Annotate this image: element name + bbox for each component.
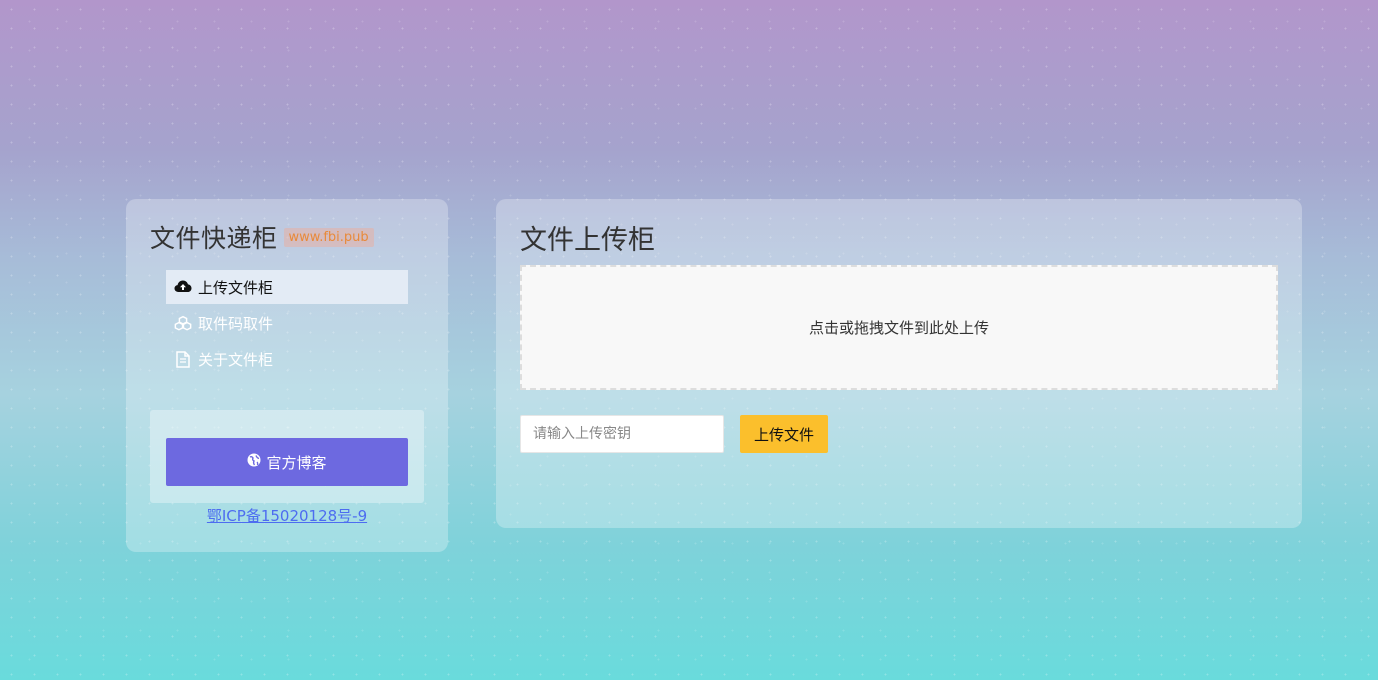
upload-key-input[interactable] <box>520 415 724 453</box>
brand-tag: www.fbi.pub <box>283 227 374 247</box>
cubes-icon <box>174 314 192 332</box>
sidebar-item-upload[interactable]: 上传文件柜 <box>166 270 408 304</box>
page-title: 文件上传柜 <box>520 225 655 256</box>
sidebar-item-label: 关于文件柜 <box>198 350 274 369</box>
file-dropzone[interactable]: 点击或拖拽文件到此处上传 <box>520 265 1278 390</box>
blog-button-label: 官方博客 <box>266 453 327 472</box>
sidebar-panel: 文件快递柜 www.fbi.pub 上传文件柜 取件码取件 关于文件柜 官方博客… <box>126 199 448 552</box>
brand-title: 文件快递柜 <box>150 224 278 253</box>
upload-file-button[interactable]: 上传文件 <box>740 415 829 453</box>
sidebar-item-pickup[interactable]: 取件码取件 <box>166 306 408 340</box>
sidebar-item-about[interactable]: 关于文件柜 <box>166 342 408 376</box>
cloud-upload-icon <box>174 278 192 296</box>
blog-box: 官方博客 <box>150 410 424 503</box>
sidebar-menu: 上传文件柜 取件码取件 关于文件柜 <box>166 270 408 376</box>
brand: 文件快递柜 www.fbi.pub <box>150 219 424 255</box>
sidebar-item-label: 取件码取件 <box>198 314 274 333</box>
sidebar-item-label: 上传文件柜 <box>198 278 274 297</box>
file-icon <box>174 350 192 368</box>
dropzone-text: 点击或拖拽文件到此处上传 <box>808 319 989 337</box>
globe-icon <box>247 453 261 471</box>
blog-button[interactable]: 官方博客 <box>166 438 408 486</box>
upload-panel: 文件上传柜 点击或拖拽文件到此处上传 上传文件 <box>496 199 1302 528</box>
icp-link[interactable]: 鄂ICP备15020128号-9 <box>126 505 448 526</box>
upload-row: 上传文件 <box>520 415 1278 453</box>
